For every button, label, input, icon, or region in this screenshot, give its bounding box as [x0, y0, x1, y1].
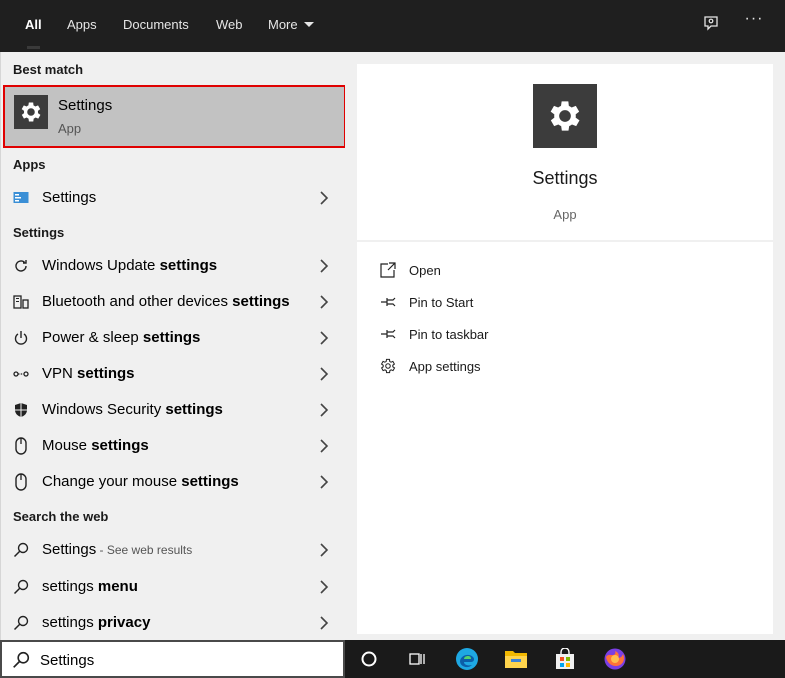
open-action[interactable]: Open	[357, 256, 773, 284]
chevron-right-icon	[320, 331, 329, 345]
action-list: Open Pin to Start Pin to taskbar App set…	[357, 242, 773, 634]
result-label: Change your mouse settings	[42, 473, 239, 490]
result-label: Settings - See web results	[42, 541, 193, 558]
app-settings-action[interactable]: App settings	[357, 352, 773, 380]
gear-icon	[533, 84, 597, 148]
chevron-right-icon	[320, 367, 329, 381]
search-input[interactable]	[40, 649, 330, 671]
power-icon	[12, 329, 30, 347]
pin-icon	[381, 329, 396, 339]
tab-label: More	[268, 17, 298, 32]
preview-subtitle: App	[553, 207, 577, 222]
mouse-icon	[12, 473, 30, 491]
section-heading-search-web: Search the web	[13, 509, 109, 524]
tab-all[interactable]: All	[25, 0, 42, 52]
active-tab-indicator	[27, 46, 40, 49]
search-icon	[13, 651, 30, 668]
mouse-icon	[12, 437, 30, 455]
chevron-right-icon	[320, 191, 329, 205]
action-label: Pin to Start	[409, 295, 474, 310]
app-result-settings[interactable]: Settings	[2, 180, 346, 216]
settings-result-power-sleep[interactable]: Power & sleep settings	[2, 320, 346, 356]
result-label: settings privacy	[42, 614, 151, 631]
tab-label: Apps	[67, 17, 97, 32]
search-icon	[12, 578, 30, 596]
chevron-right-icon	[320, 295, 329, 309]
chevron-right-icon	[320, 475, 329, 489]
preview-panel: Settings App Open Pin to Start Pin to ta…	[345, 52, 785, 640]
file-explorer-icon[interactable]	[504, 647, 528, 671]
edge-icon[interactable]	[455, 647, 479, 671]
pin-to-taskbar-action[interactable]: Pin to taskbar	[357, 320, 773, 348]
section-heading-apps: Apps	[13, 157, 46, 172]
settings-result-change-mouse[interactable]: Change your mouse settings	[2, 464, 346, 500]
chevron-right-icon	[320, 580, 329, 594]
settings-result-mouse[interactable]: Mouse settings	[2, 428, 346, 464]
search-scope-tabs: All Apps Documents Web More ···	[0, 0, 785, 52]
devices-icon	[12, 293, 30, 311]
tab-apps[interactable]: Apps	[67, 0, 97, 52]
result-label: Settings	[42, 189, 97, 206]
chevron-down-icon	[303, 22, 314, 27]
chevron-right-icon	[320, 403, 329, 417]
settings-result-bluetooth[interactable]: Bluetooth and other devices settings	[2, 284, 346, 320]
result-label: Power & sleep settings	[42, 329, 201, 346]
search-icon	[12, 541, 30, 559]
tab-label: Documents	[123, 17, 189, 32]
best-match-settings[interactable]: Settings App	[3, 85, 346, 148]
web-result-settings-menu[interactable]: settings menu	[2, 569, 346, 605]
settings-app-icon	[12, 189, 30, 207]
results-panel: Best match Settings App Apps Settings Se…	[0, 52, 346, 641]
tab-label: Web	[216, 17, 243, 32]
web-result-settings[interactable]: Settings - See web results	[2, 532, 346, 568]
taskbar	[345, 640, 785, 678]
feedback-icon[interactable]	[699, 14, 723, 38]
app-preview-card: Settings App	[357, 64, 773, 240]
section-heading-settings: Settings	[13, 225, 65, 240]
tab-documents[interactable]: Documents	[123, 0, 189, 52]
best-match-type: App	[58, 121, 82, 136]
best-match-title: Settings	[58, 97, 113, 114]
action-label: Open	[409, 263, 441, 278]
more-options-icon[interactable]: ···	[742, 10, 766, 34]
chevron-right-icon	[320, 259, 329, 273]
gear-icon	[380, 358, 396, 374]
result-label: VPN settings	[42, 365, 135, 382]
task-view-icon[interactable]	[405, 647, 429, 671]
section-heading-best-match: Best match	[13, 62, 84, 77]
shield-icon	[12, 401, 30, 419]
result-label: Windows Update settings	[42, 257, 218, 274]
result-label: Windows Security settings	[42, 401, 223, 418]
result-label: Bluetooth and other devices settings	[42, 293, 290, 310]
tab-more[interactable]: More	[268, 0, 314, 52]
tab-label: All	[25, 17, 42, 32]
vpn-icon	[12, 365, 30, 383]
web-result-settings-privacy[interactable]: settings privacy	[2, 605, 346, 641]
pin-icon	[381, 297, 396, 307]
search-icon	[12, 614, 30, 632]
search-box[interactable]	[0, 640, 345, 678]
result-label: settings menu	[42, 578, 138, 595]
cortana-icon[interactable]	[357, 647, 381, 671]
settings-result-windows-update[interactable]: Windows Update settings	[2, 248, 346, 284]
settings-result-vpn[interactable]: VPN settings	[2, 356, 346, 392]
open-icon	[380, 262, 396, 278]
result-label: Mouse settings	[42, 437, 149, 454]
store-icon[interactable]	[553, 647, 577, 671]
pin-to-start-action[interactable]: Pin to Start	[357, 288, 773, 316]
refresh-icon	[12, 257, 30, 275]
preview-title: Settings	[532, 168, 598, 188]
firefox-icon[interactable]	[603, 647, 627, 671]
chevron-right-icon	[320, 543, 329, 557]
chevron-right-icon	[320, 616, 329, 630]
tab-web[interactable]: Web	[216, 0, 243, 52]
action-label: Pin to taskbar	[409, 327, 489, 342]
chevron-right-icon	[320, 439, 329, 453]
gear-icon	[14, 95, 48, 129]
settings-result-windows-security[interactable]: Windows Security settings	[2, 392, 346, 428]
action-label: App settings	[409, 359, 481, 374]
